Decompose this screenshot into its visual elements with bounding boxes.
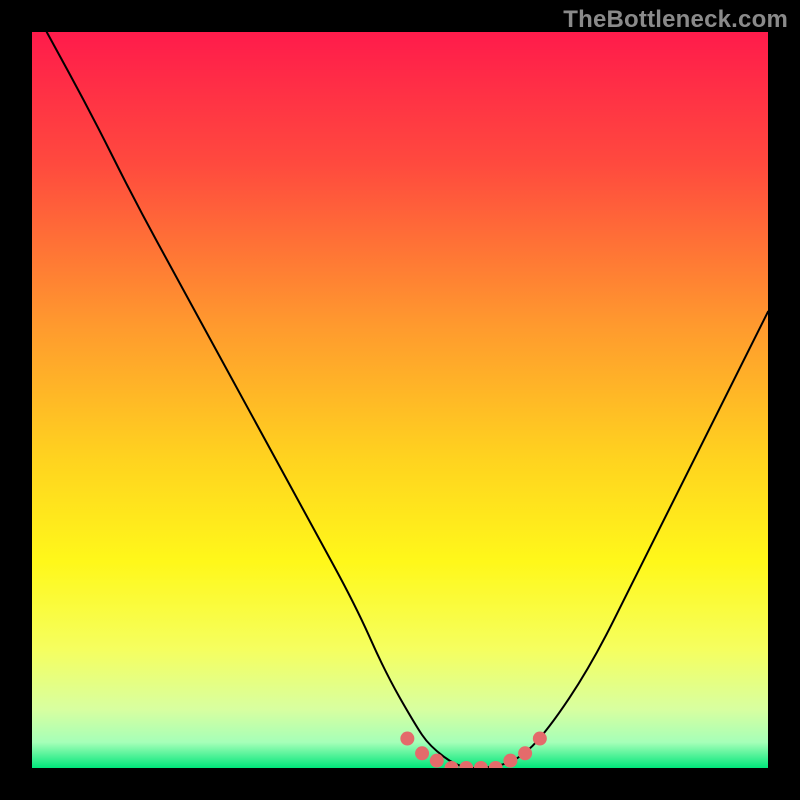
bottleneck-curve [32, 32, 768, 768]
watermark-text: TheBottleneck.com [563, 6, 788, 34]
chart-frame: TheBottleneck.com [0, 0, 800, 800]
flat-bottom-markers [400, 732, 546, 768]
plot-area [32, 32, 768, 768]
